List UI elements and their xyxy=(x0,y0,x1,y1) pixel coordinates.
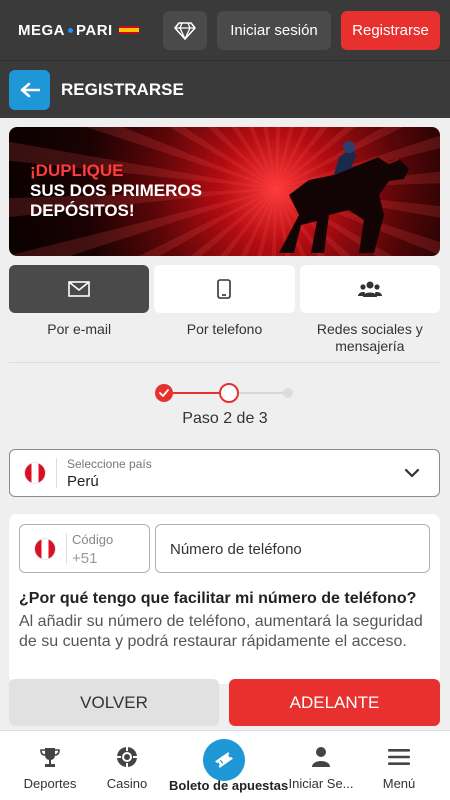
check-icon xyxy=(159,389,169,397)
method-social-tab[interactable] xyxy=(299,265,440,313)
step-3-pending xyxy=(283,388,293,398)
login-button[interactable]: Iniciar sesión xyxy=(217,11,331,50)
back-step-button[interactable]: VOLVER xyxy=(9,679,219,726)
logo-text-pari: PARI xyxy=(76,21,113,39)
nav-sports[interactable]: Deportes xyxy=(18,731,82,800)
banner-line-2: SUS DOS PRIMEROS xyxy=(30,181,202,200)
user-icon xyxy=(309,745,333,769)
banner-text: ¡DUPLIQUE SUS DOS PRIMEROS DEPÓSITOS! xyxy=(30,161,202,221)
country-select[interactable]: Seleccione país Perú xyxy=(9,449,440,497)
step-2-current xyxy=(219,383,239,403)
phone-form-card: Código +51 Número de teléfono ¿Por qué t… xyxy=(9,514,440,684)
method-labels: Por e-mail Por telefono Redes sociales y… xyxy=(9,321,440,355)
phone-icon xyxy=(217,279,232,299)
nav-menu[interactable]: Menú xyxy=(376,731,422,800)
country-select-label: Seleccione país xyxy=(67,457,152,471)
method-social-label[interactable]: Redes sociales y mensajería xyxy=(300,321,440,355)
email-icon xyxy=(68,281,90,297)
nav-betslip[interactable]: Boleto de apuestas xyxy=(169,731,289,800)
registration-methods xyxy=(9,265,440,315)
spain-flag-icon xyxy=(118,26,139,34)
step-indicator-text: Paso 2 de 3 xyxy=(182,410,268,427)
page-header: REGISTRARSE xyxy=(0,60,450,118)
chevron-down-icon xyxy=(404,468,420,478)
ticket-icon xyxy=(215,752,233,768)
select-divider xyxy=(56,458,57,488)
banner-highlight: ¡DUPLIQUE xyxy=(30,161,124,180)
register-button[interactable]: Registrarse xyxy=(341,11,440,50)
nav-betslip-label: Boleto de apuestas xyxy=(169,778,289,793)
top-bar: MEGA PARI Iniciar sesión Registrarse xyxy=(0,0,450,60)
betslip-bubble xyxy=(203,739,245,781)
method-email-label[interactable]: Por e-mail xyxy=(9,321,149,355)
nav-casino[interactable]: Casino xyxy=(98,731,156,800)
step-connector-done xyxy=(173,392,221,394)
diamond-icon xyxy=(174,21,196,40)
divider xyxy=(9,362,440,363)
method-phone-tab[interactable] xyxy=(154,265,295,313)
info-text: Al añadir su número de teléfono, aumenta… xyxy=(19,613,423,650)
nav-login[interactable]: Iniciar Se... xyxy=(284,731,358,800)
nav-sports-label: Deportes xyxy=(23,776,77,791)
logo-text-mega: MEGA xyxy=(18,21,65,39)
step-connector-pending xyxy=(239,392,285,394)
country-code-label: Código xyxy=(72,532,114,547)
country-select-value: Perú xyxy=(67,473,99,490)
nav-casino-label: Casino xyxy=(106,776,148,791)
next-step-button[interactable]: ADELANTE xyxy=(229,679,440,726)
country-code-field[interactable]: Código +51 xyxy=(19,524,150,573)
back-button[interactable] xyxy=(9,70,50,110)
country-code-value: +51 xyxy=(72,550,98,567)
hamburger-menu-icon xyxy=(387,745,411,769)
progress-stepper xyxy=(155,383,295,403)
page-title: REGISTRARSE xyxy=(61,80,184,99)
promo-banner[interactable]: ¡DUPLIQUE SUS DOS PRIMEROS DEPÓSITOS! xyxy=(9,127,440,256)
code-divider xyxy=(66,533,67,564)
vip-diamond-button[interactable] xyxy=(163,11,207,50)
users-icon xyxy=(357,281,382,297)
peru-flag-icon xyxy=(34,538,56,560)
bottom-navigation: Deportes Casino Boleto de apuestas Inici… xyxy=(0,730,450,800)
method-phone-label[interactable]: Por telefono xyxy=(154,321,294,355)
phone-number-placeholder: Número de teléfono xyxy=(170,541,302,558)
casino-chip-icon xyxy=(115,745,139,769)
info-title: ¿Por qué tengo que facilitar mi número d… xyxy=(19,590,417,607)
peru-flag-icon xyxy=(24,462,46,484)
step-1-complete xyxy=(155,384,173,402)
phone-number-input[interactable]: Número de teléfono xyxy=(155,524,430,573)
jockey-horse-image xyxy=(279,141,409,253)
nav-login-label: Iniciar Se... xyxy=(288,776,354,791)
trophy-icon xyxy=(38,745,62,769)
logo-dot xyxy=(68,27,73,33)
banner-line-3: DEPÓSITOS! xyxy=(30,201,135,220)
arrow-left-icon xyxy=(20,82,40,98)
method-email-tab[interactable] xyxy=(9,265,150,313)
megapari-logo[interactable]: MEGA PARI xyxy=(18,20,139,40)
nav-menu-label: Menú xyxy=(382,776,416,791)
